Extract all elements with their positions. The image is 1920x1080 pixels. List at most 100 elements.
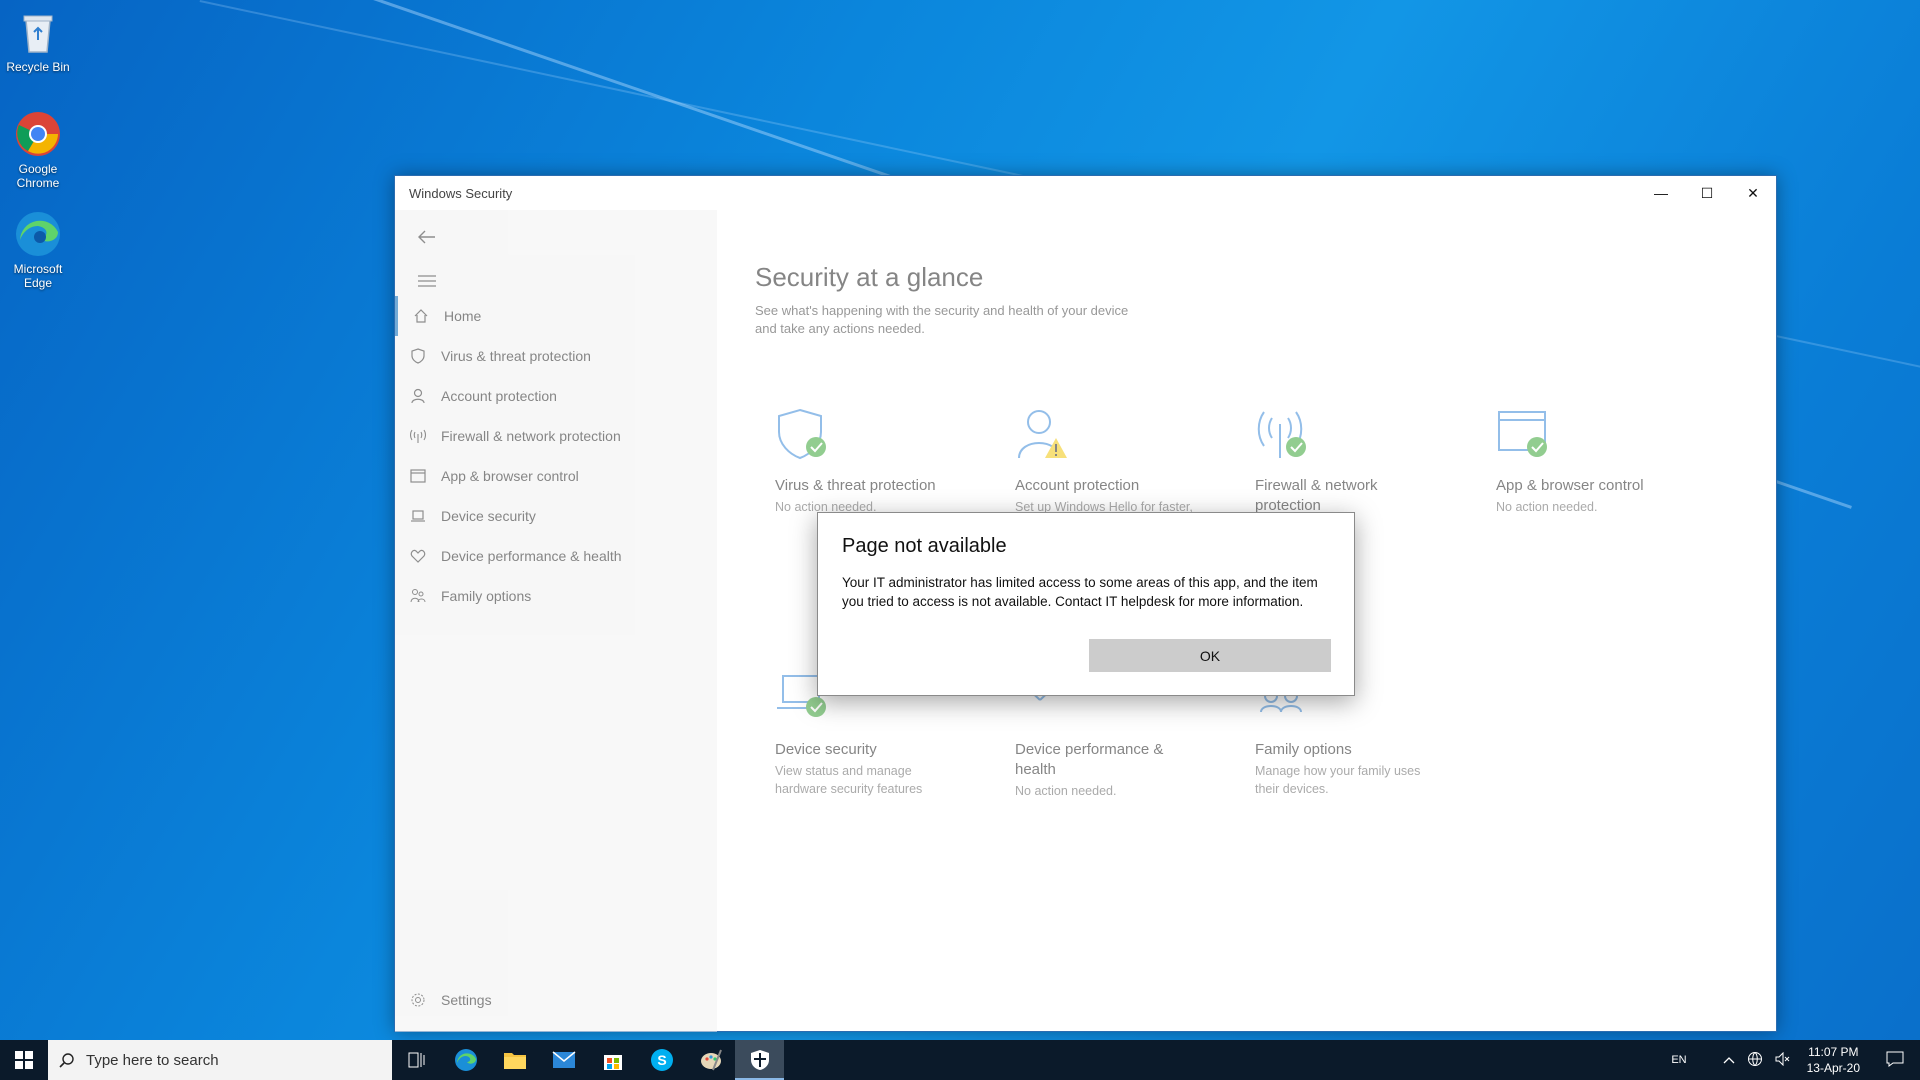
hamburger-menu-button[interactable] xyxy=(407,266,447,296)
home-icon xyxy=(398,308,444,324)
card-title: Virus & threat protection xyxy=(775,477,936,494)
sidebar-item-label: Device performance & health xyxy=(441,548,622,564)
search-icon xyxy=(48,1052,86,1068)
person-icon xyxy=(395,388,441,404)
taskbar-mail[interactable] xyxy=(539,1040,588,1080)
browser-check-icon xyxy=(1496,406,1556,466)
close-button[interactable]: ✕ xyxy=(1730,176,1776,210)
page-not-available-dialog: Page not available Your IT administrator… xyxy=(817,512,1355,696)
sidebar-item-device-performance[interactable]: Device performance & health xyxy=(395,536,717,576)
minimize-icon: — xyxy=(1654,185,1668,201)
volume-muted-icon xyxy=(1775,1051,1789,1066)
volume-button[interactable] xyxy=(1769,1051,1797,1069)
edge-icon xyxy=(454,1049,477,1071)
system-tray: EN 11:07 PM 13-Apr-20 xyxy=(1665,1040,1920,1080)
antenna-icon xyxy=(395,428,441,444)
notification-icon xyxy=(1886,1051,1904,1067)
card-title: App & browser control xyxy=(1496,477,1644,494)
desktop-icon-recycle-bin[interactable]: Recycle Bin xyxy=(0,8,76,74)
minimize-button[interactable]: — xyxy=(1638,176,1684,210)
sidebar-item-firewall[interactable]: Firewall & network protection xyxy=(395,416,717,456)
card-virus-threat[interactable]: Virus & threat protection No action need… xyxy=(775,406,1005,516)
skype-icon: S xyxy=(650,1049,673,1071)
sidebar-item-label: Firewall & network protection xyxy=(441,428,621,444)
card-desc: No action needed. xyxy=(1496,500,1598,514)
mail-icon xyxy=(552,1051,575,1068)
sidebar-item-label: Home xyxy=(444,308,482,324)
sidebar-item-device-security[interactable]: Device security xyxy=(395,496,717,536)
dialog-title: Page not available xyxy=(842,535,1007,557)
taskbar-windows-security[interactable] xyxy=(735,1040,784,1080)
paint-palette-icon xyxy=(700,1049,722,1071)
shield-icon xyxy=(395,348,441,364)
desktop-icon-label: Microsoft Edge xyxy=(13,262,63,290)
edge-icon xyxy=(14,210,62,258)
card-account-protection[interactable]: Account protection Set up Windows Hello … xyxy=(1015,406,1245,516)
card-title: Device security xyxy=(775,741,877,758)
sidebar-item-label: App & browser control xyxy=(441,468,579,484)
ok-button[interactable]: OK xyxy=(1089,639,1331,672)
action-center-button[interactable] xyxy=(1870,1051,1920,1070)
card-desc: View status and manage hardware security… xyxy=(775,764,923,796)
maximize-icon: ☐ xyxy=(1700,184,1714,201)
sidebar-item-family-options[interactable]: Family options xyxy=(395,576,717,616)
back-arrow-icon xyxy=(418,230,435,244)
sidebar-item-label: Family options xyxy=(441,588,532,604)
sidebar: Home Virus & threat protection Account p… xyxy=(395,210,717,1032)
card-desc: No action needed. xyxy=(1015,784,1117,798)
sidebar-item-virus-threat[interactable]: Virus & threat protection xyxy=(395,336,717,376)
task-view-icon xyxy=(408,1052,424,1068)
desktop-icon-microsoft-edge[interactable]: Microsoft Edge xyxy=(0,210,76,290)
store-bag-icon xyxy=(603,1055,622,1070)
title-bar[interactable]: Windows Security — ☐ ✕ xyxy=(395,176,1776,210)
person-warning-icon xyxy=(1015,406,1075,466)
clock-date: 13-Apr-20 xyxy=(1806,1061,1860,1075)
taskbar-edge[interactable] xyxy=(441,1040,490,1080)
gear-icon xyxy=(395,992,441,1008)
chevron-up-icon xyxy=(1723,1057,1735,1064)
sidebar-item-account[interactable]: Account protection xyxy=(395,376,717,416)
search-placeholder: Type here to search xyxy=(86,1051,219,1069)
card-title: Device performance & health xyxy=(1015,741,1164,778)
laptop-icon xyxy=(395,508,441,524)
heart-icon xyxy=(395,548,441,564)
sidebar-item-label: Device security xyxy=(441,508,536,524)
sidebar-item-settings[interactable]: Settings xyxy=(395,980,717,1020)
taskbar-skype[interactable]: S xyxy=(637,1040,686,1080)
clock[interactable]: 11:07 PM 13-Apr-20 xyxy=(1797,1044,1870,1076)
desktop-icon-label: Recycle Bin xyxy=(6,60,70,74)
taskbar-paint[interactable] xyxy=(686,1040,735,1080)
card-title: Family options xyxy=(1255,741,1352,758)
taskbar-store[interactable] xyxy=(588,1040,637,1080)
taskbar-file-explorer[interactable] xyxy=(490,1040,539,1080)
task-view-button[interactable] xyxy=(392,1040,441,1080)
sidebar-item-home[interactable]: Home xyxy=(395,296,717,336)
dialog-message: Your IT administrator has limited access… xyxy=(842,575,1318,609)
antenna-check-icon xyxy=(1255,406,1315,466)
input-language-indicator[interactable]: EN xyxy=(1665,1054,1692,1066)
taskbar-search-box[interactable]: Type here to search xyxy=(48,1040,392,1080)
hamburger-icon xyxy=(418,275,436,287)
sidebar-item-app-browser[interactable]: App & browser control xyxy=(395,456,717,496)
card-firewall[interactable]: Firewall & network protection xyxy=(1255,406,1485,518)
show-hidden-icons-button[interactable] xyxy=(1717,1053,1741,1067)
globe-icon xyxy=(1747,1051,1762,1066)
card-app-browser[interactable]: App & browser control No action needed. xyxy=(1496,406,1726,516)
card-title: Firewall & network protection xyxy=(1255,477,1378,514)
windows-logo-icon xyxy=(15,1051,33,1069)
back-button[interactable] xyxy=(407,222,447,252)
desktop-icon-label: Google Chrome xyxy=(16,162,60,190)
sidebar-item-label: Account protection xyxy=(441,388,557,404)
card-desc: Manage how your family uses their device… xyxy=(1255,764,1421,796)
card-title: Account protection xyxy=(1015,477,1140,494)
desktop-icon-google-chrome[interactable]: Google Chrome xyxy=(0,110,76,190)
svg-text:S: S xyxy=(657,1052,666,1068)
page-title: Security at a glance xyxy=(755,262,984,292)
taskbar: Type here to search S EN 11:07 PM 13-Apr… xyxy=(0,1040,1920,1080)
network-button[interactable] xyxy=(1741,1051,1769,1070)
page-subtitle: See what's happening with the security a… xyxy=(755,303,1129,336)
folder-icon xyxy=(503,1053,526,1069)
sidebar-item-label: Settings xyxy=(441,992,492,1008)
maximize-button[interactable]: ☐ xyxy=(1684,176,1730,210)
start-button[interactable] xyxy=(0,1040,48,1080)
